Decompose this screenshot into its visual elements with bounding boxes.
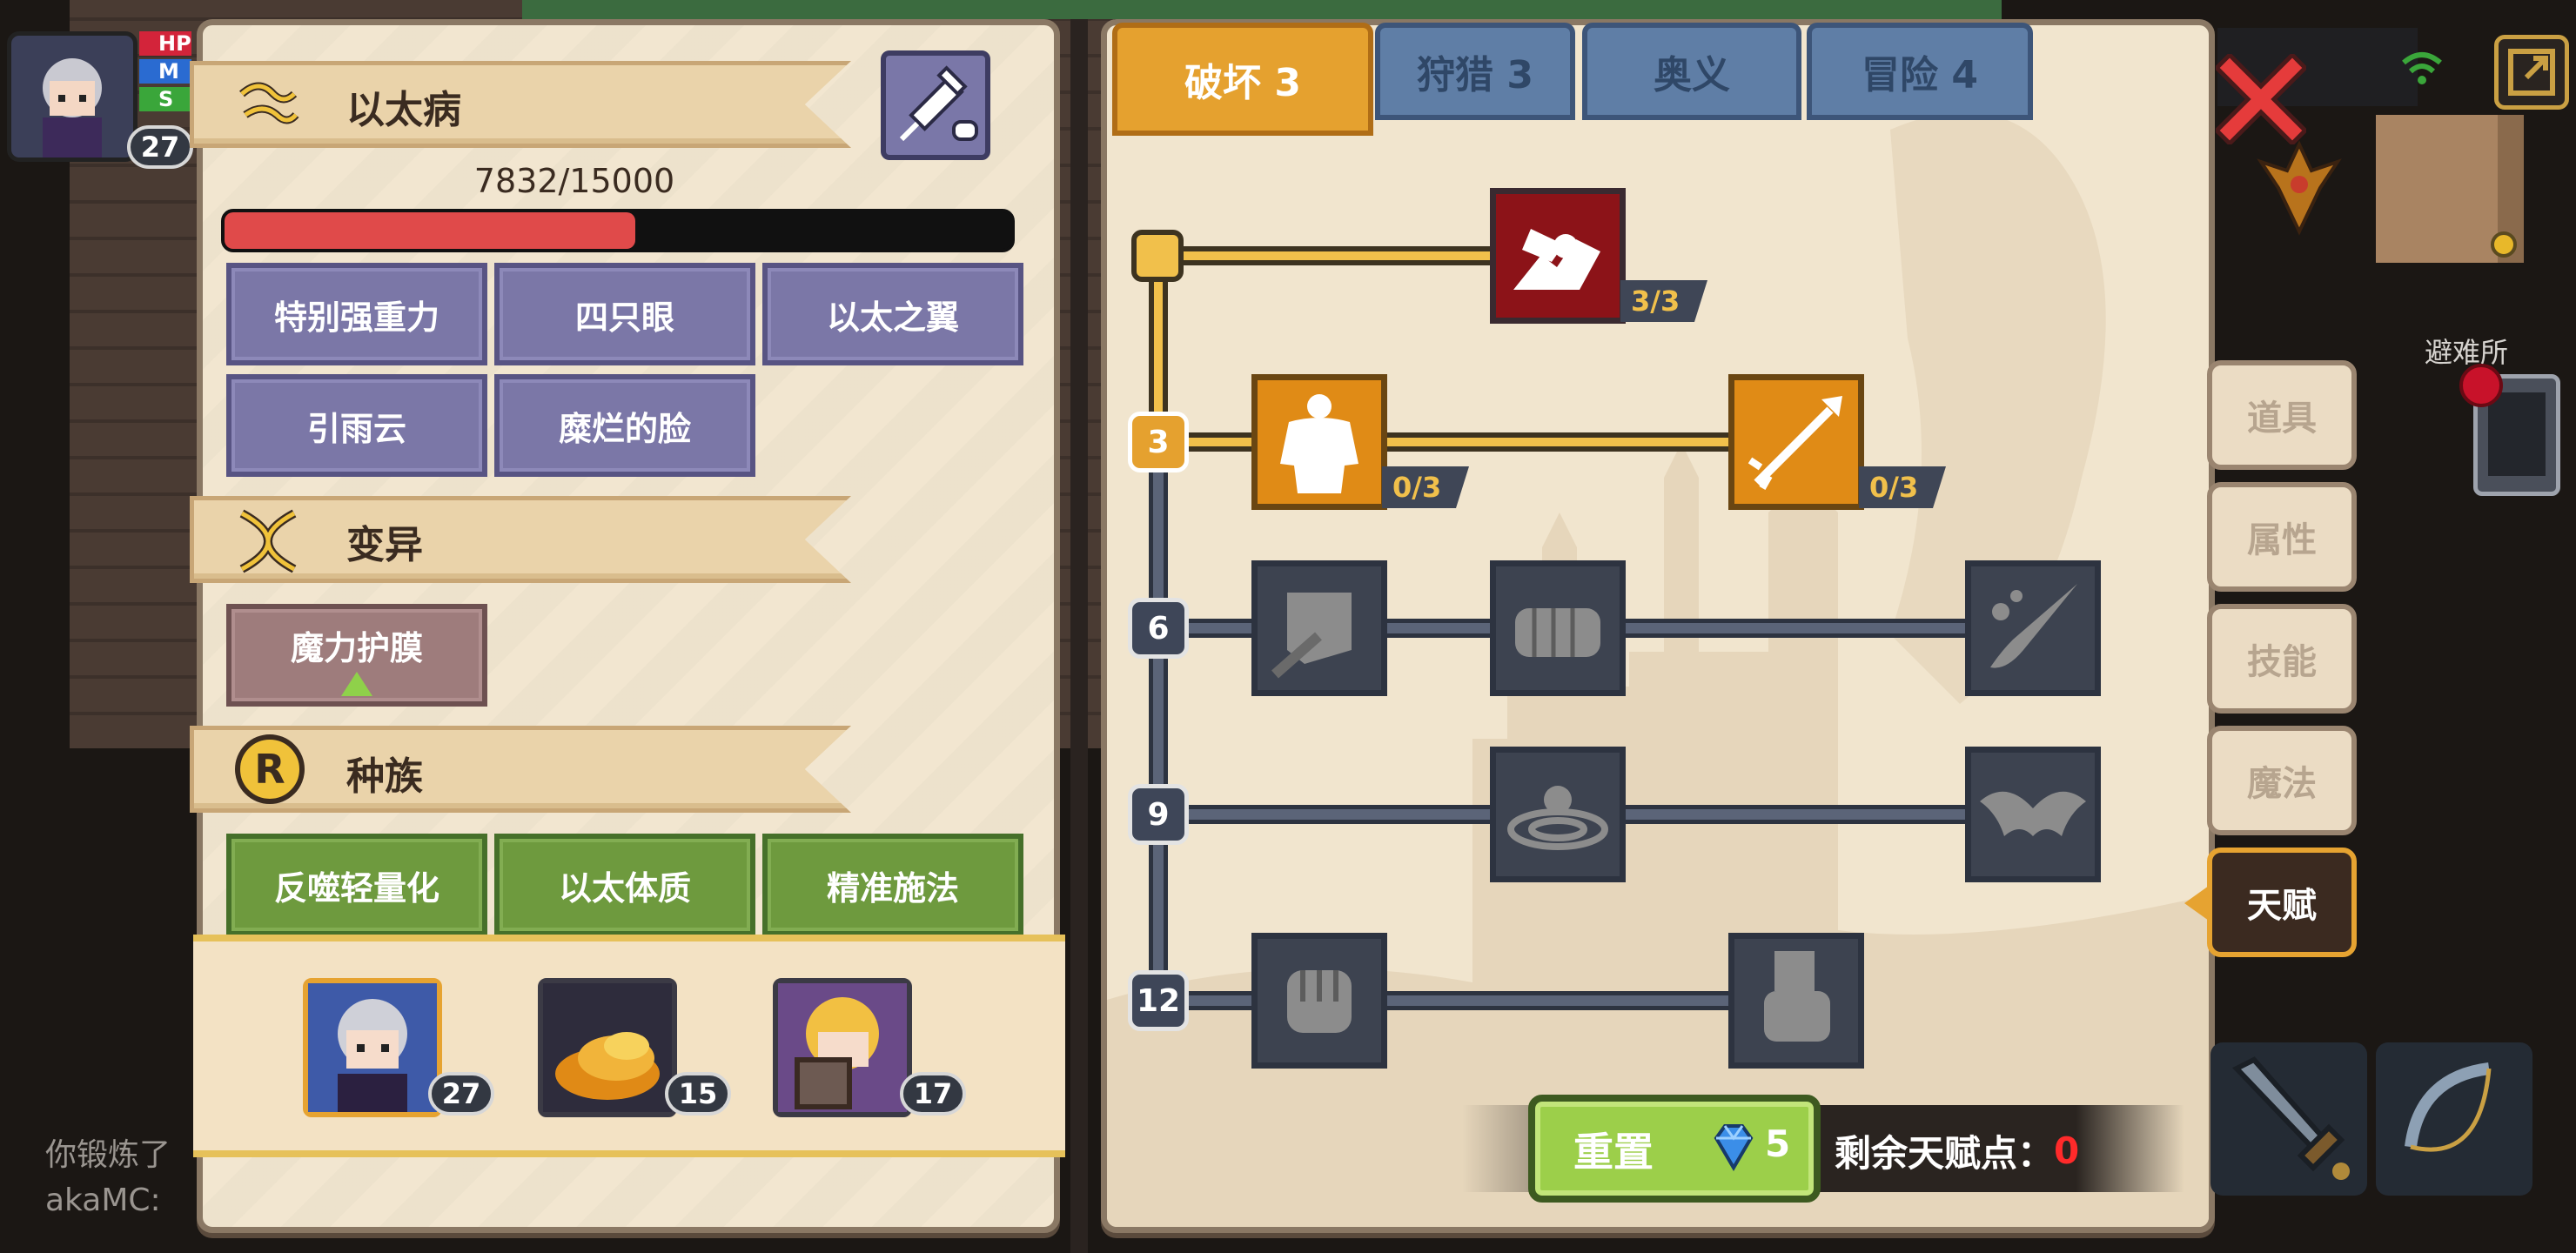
arm-wrestle-icon <box>1513 229 1600 290</box>
syringe-icon <box>899 65 978 142</box>
talent-node-locked[interactable] <box>1490 560 1626 696</box>
punch-icon <box>1515 608 1600 657</box>
guild-emblem-icon <box>2256 136 2343 240</box>
minimap-marker <box>2491 231 2517 258</box>
talent-node-arm-wrestle[interactable] <box>1490 188 1626 324</box>
disease-progress-text: 7832/15000 <box>473 162 675 200</box>
party-member-blonde-ally[interactable] <box>773 978 912 1117</box>
chat-line: 你锻炼了 <box>45 1137 171 1173</box>
disease-trait[interactable]: 以太之翼 <box>762 263 1023 365</box>
active-tab-pointer <box>2184 886 2209 921</box>
talent-count: 3/3 <box>1620 280 1707 322</box>
splash-icon <box>1990 584 2077 668</box>
tier-marker: 6 <box>1128 598 1189 659</box>
quick-slot-sword[interactable] <box>2210 1042 2367 1196</box>
talent-node-locked[interactable] <box>1251 560 1387 696</box>
fist-icon <box>1287 970 1352 1033</box>
ether-disease-icon <box>233 70 303 139</box>
bow-icon <box>2405 1062 2492 1152</box>
player-avatar[interactable] <box>7 31 138 162</box>
ripple-icon <box>1507 786 1608 850</box>
disease-trait[interactable]: 四只眼 <box>494 263 755 365</box>
race-r-icon: R <box>235 734 305 804</box>
quick-slot-bow[interactable] <box>2376 1042 2532 1196</box>
talent-node-locked[interactable] <box>1965 747 2101 882</box>
side-tab-magic[interactable]: 魔法 <box>2207 726 2357 835</box>
diamond-icon <box>1706 1119 1761 1175</box>
tier-marker: 9 <box>1128 784 1189 845</box>
arrow-icon <box>1748 396 1842 490</box>
hp-bar: HP <box>139 31 191 56</box>
party-level-badge: 17 <box>900 1072 966 1116</box>
disease-trait[interactable]: 引雨云 <box>226 374 487 477</box>
disease-trait[interactable]: 特别强重力 <box>226 263 487 365</box>
remaining-points: 剩余天赋点： 0 <box>1835 1122 2079 1178</box>
party-level-badge: 15 <box>665 1072 731 1116</box>
chat-log: 你锻炼了 akaMC: <box>45 1133 202 1229</box>
tier-marker: 3 <box>1128 412 1189 472</box>
side-tab-attributes[interactable]: 属性 <box>2207 482 2357 592</box>
upgrade-arrow-icon <box>341 672 372 696</box>
device-screen <box>2488 392 2546 476</box>
hud-bars: HP M S <box>139 31 191 118</box>
party-member-hero[interactable] <box>303 978 442 1117</box>
remaining-value: 0 <box>2054 1129 2080 1172</box>
minimap-room <box>2376 115 2498 263</box>
mp-bar: M <box>139 59 191 84</box>
side-tab-items[interactable]: 道具 <box>2207 360 2357 470</box>
party-member-fire-creature[interactable] <box>538 978 677 1117</box>
disease-title: 以太病 <box>346 88 461 132</box>
close-button[interactable] <box>2213 51 2309 147</box>
race-trait[interactable]: 以太体质 <box>494 834 755 936</box>
background-floor <box>1070 0 1088 1253</box>
chat-line: akaMC: <box>45 1183 161 1218</box>
disease-trait[interactable]: 糜烂的脸 <box>494 374 755 477</box>
minimap[interactable] <box>2376 115 2524 263</box>
player-level-badge: 27 <box>127 125 193 169</box>
talent-node-locked[interactable] <box>1728 933 1864 1069</box>
muscle-body-icon <box>1280 394 1358 493</box>
talent-node-locked[interactable] <box>1251 933 1387 1069</box>
sword-icon <box>2232 1056 2350 1180</box>
sp-bar: S <box>139 87 191 111</box>
side-tab-talent[interactable]: 天赋 <box>2207 848 2357 957</box>
background-top-bar <box>522 0 2002 19</box>
expand-icon <box>2508 49 2555 96</box>
party-level-badge: 27 <box>428 1072 494 1116</box>
dna-icon <box>231 505 305 578</box>
bat-drop-icon <box>1980 791 2086 836</box>
fullscreen-button[interactable] <box>2494 35 2569 110</box>
reset-label: 重置 <box>1573 1129 1654 1176</box>
talent-node-arrow[interactable] <box>1728 374 1864 510</box>
notification-dot <box>2459 364 2503 407</box>
tree-root-marker <box>1131 230 1184 282</box>
disease-progress-fill <box>225 212 635 249</box>
syringe-button[interactable] <box>881 50 990 160</box>
shield-slash-icon <box>1271 593 1352 679</box>
side-tab-skills[interactable]: 技能 <box>2207 604 2357 714</box>
talent-node-locked[interactable] <box>1965 560 2101 696</box>
reset-cost: 5 <box>1765 1122 1791 1165</box>
mutation-title: 变异 <box>346 523 423 567</box>
wifi-icon <box>2398 44 2445 90</box>
reset-button[interactable]: 重置 5 <box>1528 1095 1821 1203</box>
talent-node-muscle-body[interactable] <box>1251 374 1387 510</box>
talent-count: 0/3 <box>1382 466 1469 508</box>
talent-count: 0/3 <box>1859 466 1946 508</box>
gauntlet-icon <box>1764 951 1830 1042</box>
remaining-label: 剩余天赋点： <box>1835 1131 2055 1175</box>
tier-marker: 12 <box>1128 970 1189 1031</box>
disease-progress-bar <box>221 209 1015 252</box>
close-icon <box>2213 51 2309 147</box>
shelter-label: 避难所 <box>2425 336 2509 369</box>
race-title: 种族 <box>346 754 423 799</box>
race-trait[interactable]: 精准施法 <box>762 834 1023 936</box>
race-trait[interactable]: 反噬轻量化 <box>226 834 487 936</box>
talent-node-locked[interactable] <box>1490 747 1626 882</box>
